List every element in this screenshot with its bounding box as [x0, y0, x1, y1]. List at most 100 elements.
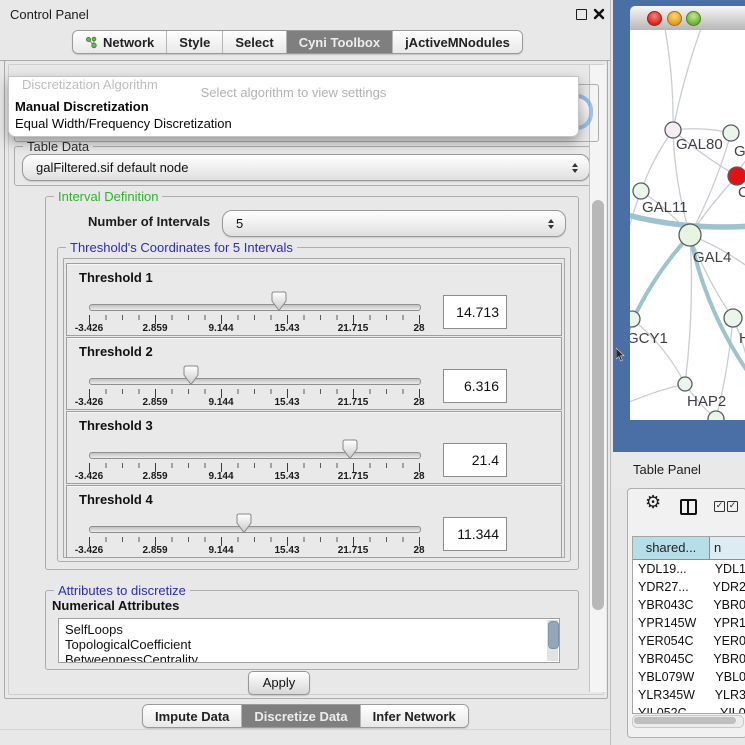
- network-edge[interactable]: [673, 129, 731, 133]
- table-cell-shared: YIL052C: [633, 704, 715, 714]
- tick-label: 28: [413, 471, 424, 482]
- list-item-betweennesscentrality[interactable]: BetweennessCentrality: [59, 652, 559, 663]
- dropdown-item-equal-width-frequency[interactable]: Equal Width/Frequency Discretization: [15, 116, 232, 131]
- tab-label: Infer Network: [373, 709, 456, 724]
- mac-minimize-button[interactable]: [667, 11, 682, 26]
- table-row[interactable]: YER054CYER0: [633, 632, 745, 650]
- network-node-label: HAP2: [687, 393, 726, 410]
- table-row[interactable]: YBR043CYBR0: [633, 596, 745, 614]
- tick-label: 15.43: [274, 545, 299, 556]
- table-data-combo-value: galFiltered.sif default node: [23, 160, 589, 175]
- slider-ticks-major: [89, 537, 421, 546]
- network-node-gcy1[interactable]: [630, 311, 640, 327]
- slider-thumb[interactable]: [236, 513, 252, 534]
- attr-items-holder: SelfLoopsTopologicalCoefficientBetweenne…: [59, 619, 559, 663]
- network-node-label: GAL4: [693, 249, 731, 266]
- threshold-value-field[interactable]: 6.316: [443, 369, 507, 403]
- slider-track[interactable]: [89, 526, 421, 533]
- network-node-c[interactable]: [728, 167, 745, 185]
- mac-close-button[interactable]: [647, 11, 662, 26]
- tick-label: 2.859: [142, 471, 167, 482]
- network-node-gal11[interactable]: [633, 183, 649, 199]
- table-panel-title: Table Panel: [633, 462, 701, 477]
- panel-scrollbar-thumb[interactable]: [592, 200, 604, 610]
- network-node-label: GAL80: [676, 136, 723, 153]
- slider-thumb[interactable]: [183, 365, 199, 386]
- table-row[interactable]: YPR145WYPR1: [633, 614, 745, 632]
- network-edge[interactable]: [632, 319, 685, 384]
- network-edge[interactable]: [673, 30, 705, 130]
- network-edge[interactable]: [630, 191, 641, 292]
- slider-track[interactable]: [89, 304, 421, 311]
- attributes-scrollbar-thumb[interactable]: [548, 621, 559, 649]
- tab-jactivemnodules[interactable]: jActiveMNodules: [393, 31, 522, 53]
- list-item-selfloops[interactable]: SelfLoops: [59, 622, 559, 637]
- threshold-value-field[interactable]: 11.344: [443, 517, 507, 551]
- table-row[interactable]: YDL19...YDL1: [633, 560, 745, 578]
- tab-label: Style: [179, 35, 210, 50]
- threshold-value-field[interactable]: 21.4: [443, 443, 507, 477]
- table-hscrollbar-thumb[interactable]: [634, 717, 736, 724]
- table-row[interactable]: YBR045CYBR0: [633, 650, 745, 668]
- table-row[interactable]: YLR345WYLR3: [633, 686, 745, 704]
- spinner-arrows-icon: [548, 219, 554, 229]
- panel-scrollbar[interactable]: [589, 65, 606, 692]
- table-row[interactable]: YIL052CYIL0: [633, 704, 745, 714]
- tick-label: -3.426: [75, 471, 103, 482]
- node-table: shared... n YDL19...YDL1YDR27...YDR2YBR0…: [632, 536, 745, 714]
- network-edge[interactable]: [641, 130, 673, 191]
- threshold-label: Threshold 3: [79, 418, 153, 433]
- list-item-topologicalcoefficient[interactable]: TopologicalCoefficient: [59, 637, 559, 652]
- tick-label: 2.859: [142, 397, 167, 408]
- network-edge[interactable]: [685, 235, 691, 384]
- slider-track[interactable]: [89, 378, 421, 385]
- table-header-shared[interactable]: shared...: [633, 537, 710, 559]
- close-icon[interactable]: [593, 8, 605, 20]
- threshold-value-field[interactable]: 14.713: [443, 295, 507, 329]
- tab-label: Network: [103, 35, 154, 50]
- network-window-titlebar[interactable]: [630, 6, 745, 31]
- table-cell-name: YBL0: [710, 668, 745, 686]
- number-of-intervals-combo[interactable]: 5: [222, 210, 566, 237]
- network-node-ga[interactable]: [723, 125, 739, 141]
- network-edge[interactable]: [663, 30, 673, 130]
- tab-discretize-data[interactable]: Discretize Data: [242, 705, 360, 727]
- gear-icon[interactable]: ⚙: [645, 492, 661, 513]
- combo-arrows-icon: [572, 163, 578, 173]
- table-cell-shared: YER054C: [633, 632, 708, 650]
- table-header-name[interactable]: n: [710, 537, 745, 559]
- slider-track[interactable]: [89, 452, 421, 459]
- mac-zoom-button[interactable]: [686, 11, 701, 26]
- checkbox-icon[interactable]: ✓: [727, 501, 738, 512]
- network-canvas[interactable]: GAL80GACGAL11GAL4GCY1HHAP2: [630, 30, 745, 420]
- numerical-attributes-list: SelfLoopsTopologicalCoefficientBetweenne…: [58, 618, 560, 663]
- tab-style[interactable]: Style: [167, 31, 223, 53]
- table-data-combo[interactable]: galFiltered.sif default node: [22, 154, 590, 181]
- table-hscrollbar[interactable]: [632, 715, 744, 728]
- tab-network[interactable]: Network: [73, 31, 167, 53]
- checkbox-icon[interactable]: ✓: [714, 501, 725, 512]
- slider-thumb[interactable]: [271, 291, 287, 312]
- table-cell-name: YBR0: [708, 650, 745, 668]
- bottom-tab-bar: Impute DataDiscretize Data Infer Network: [142, 704, 469, 728]
- split-columns-icon[interactable]: [680, 499, 697, 515]
- network-edge[interactable]: [630, 384, 685, 408]
- network-node-gal4[interactable]: [679, 224, 701, 246]
- dropdown-item-manual-discretization[interactable]: Manual Discretization: [15, 99, 149, 114]
- table-row[interactable]: YBL079WYBL0: [633, 668, 745, 686]
- tab-infer-network[interactable]: Infer Network: [361, 705, 468, 727]
- network-node[interactable]: [708, 411, 724, 420]
- network-node-h[interactable]: [724, 309, 742, 327]
- network-node-hap2[interactable]: [678, 377, 692, 391]
- tick-label: 21.715: [338, 323, 369, 334]
- table-row[interactable]: YDR27...YDR2: [633, 578, 745, 596]
- apply-button[interactable]: Apply: [248, 671, 310, 695]
- slider-thumb[interactable]: [342, 439, 358, 460]
- tab-select[interactable]: Select: [223, 31, 286, 53]
- float-window-icon[interactable]: [576, 9, 587, 20]
- attributes-scrollbar[interactable]: [547, 620, 558, 661]
- mouse-cursor: [616, 348, 626, 362]
- network-node-label: H: [739, 330, 745, 347]
- tab-cyni-toolbox[interactable]: Cyni Toolbox: [287, 31, 393, 53]
- tab-impute-data[interactable]: Impute Data: [143, 705, 242, 727]
